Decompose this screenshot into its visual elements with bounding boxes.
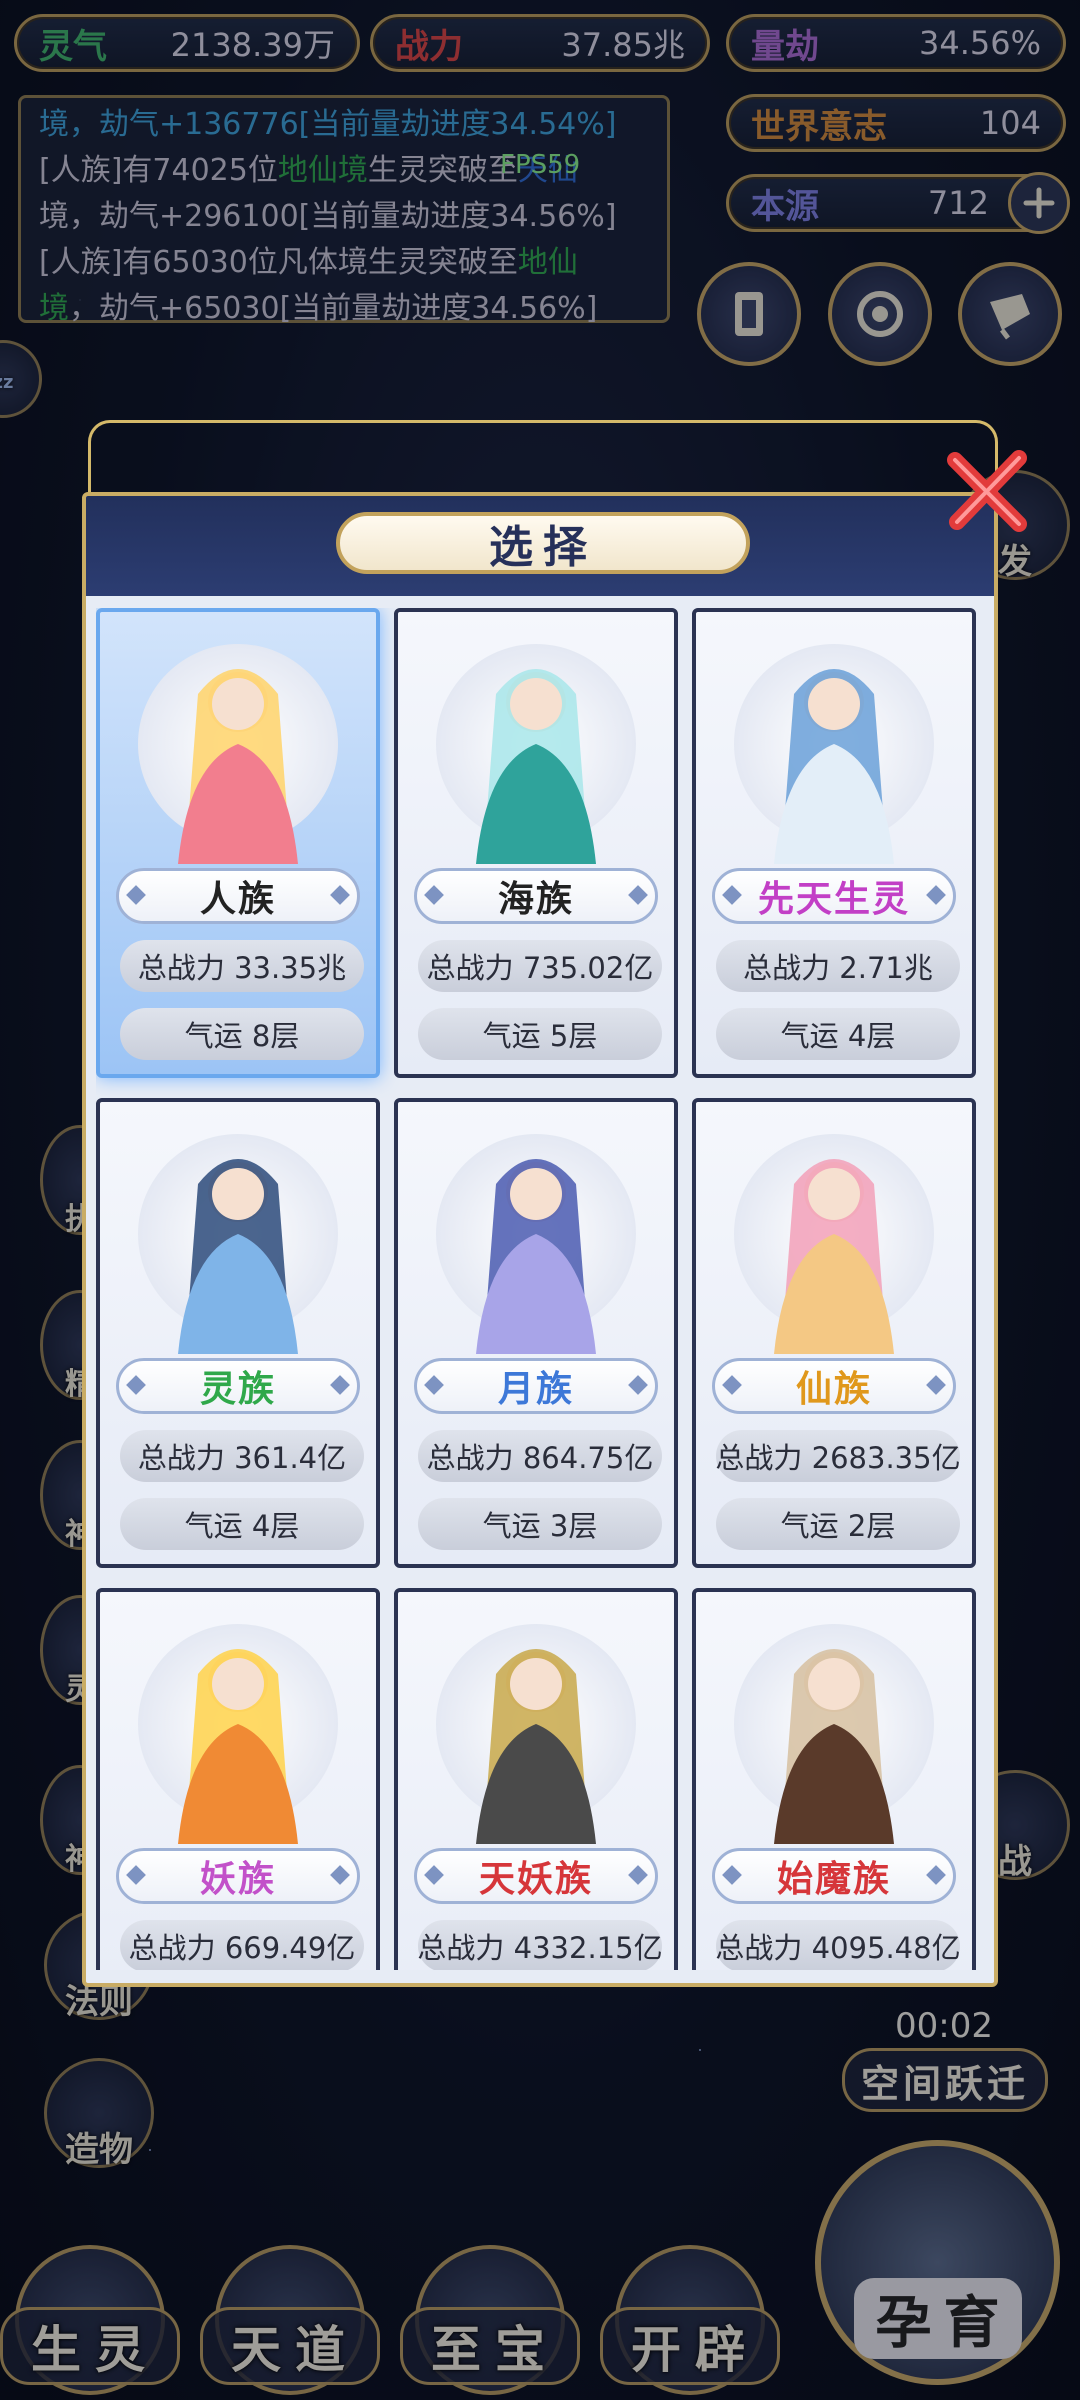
race-total-power: 总战力 864.75亿	[418, 1430, 662, 1482]
race-card[interactable]: 月族总战力 864.75亿 气运 3层	[394, 1098, 678, 1568]
race-name: 先天生灵	[712, 868, 956, 924]
modal-header: 选择	[86, 496, 994, 596]
race-portrait-icon	[118, 1604, 358, 1844]
race-total-power: 总战力 4332.15亿	[417, 1920, 663, 1970]
race-portrait-icon	[416, 624, 656, 864]
race-name: 仙族	[712, 1358, 956, 1414]
race-portrait-icon	[714, 1604, 954, 1844]
select-race-modal: 选择 人族 总战力 33.35兆 气运 8层 海族 总战力 735.02亿 气运 5层 先天…	[82, 492, 998, 1987]
race-portrait-icon	[118, 624, 358, 864]
race-card[interactable]: 天妖族总战力 4332.15亿	[394, 1588, 678, 1970]
close-icon	[947, 450, 1027, 532]
race-name: 天妖族	[414, 1848, 658, 1904]
race-luck: 气运 3层	[418, 1498, 662, 1550]
modal-title: 选择	[336, 512, 750, 574]
race-card[interactable]: 海族总战力 735.02亿 气运 5层	[394, 608, 678, 1078]
race-luck: 气运 8层	[120, 1008, 364, 1060]
race-portrait-icon	[118, 1114, 358, 1354]
race-card[interactable]: 妖族总战力 669.49亿	[96, 1588, 380, 1970]
race-card[interactable]: 仙族总战力 2683.35亿 气运 2层	[692, 1098, 976, 1568]
race-total-power: 总战力 33.35兆	[120, 940, 364, 992]
race-name: 始魔族	[712, 1848, 956, 1904]
race-luck: 气运 4层	[716, 1008, 960, 1060]
race-total-power: 总战力 2.71兆	[716, 940, 960, 992]
race-total-power: 总战力 669.49亿	[120, 1920, 364, 1970]
race-total-power: 总战力 735.02亿	[418, 940, 662, 992]
race-portrait-icon	[714, 1114, 954, 1354]
race-name: 海族	[414, 868, 658, 924]
race-luck: 气运 4层	[120, 1498, 364, 1550]
race-name: 妖族	[116, 1848, 360, 1904]
race-card[interactable]: 灵族总战力 361.4亿 气运 4层	[96, 1098, 380, 1568]
race-portrait-icon	[416, 1114, 656, 1354]
race-name: 月族	[414, 1358, 658, 1414]
race-name: 人族	[116, 868, 360, 924]
race-card[interactable]: 先天生灵总战力 2.71兆 气运 4层	[692, 608, 976, 1078]
race-total-power: 总战力 361.4亿	[120, 1430, 364, 1482]
race-card[interactable]: 人族总战力 33.35兆 气运 8层	[96, 608, 380, 1078]
race-luck: 气运 2层	[716, 1498, 960, 1550]
race-luck: 气运 5层	[418, 1008, 662, 1060]
race-portrait-icon	[714, 624, 954, 864]
race-total-power: 总战力 2683.35亿	[715, 1430, 961, 1482]
race-grid: 人族 总战力 33.35兆 气运 8层 海族 总战力 735.02亿 气运 5层 先天生灵总…	[96, 608, 986, 1970]
modal-frame-ornament	[88, 420, 998, 503]
race-name: 灵族	[116, 1358, 360, 1414]
race-total-power: 总战力 4095.48亿	[715, 1920, 961, 1970]
race-portrait-icon	[416, 1604, 656, 1844]
close-button[interactable]	[932, 430, 1042, 550]
race-card[interactable]: 始魔族总战力 4095.48亿	[692, 1588, 976, 1970]
